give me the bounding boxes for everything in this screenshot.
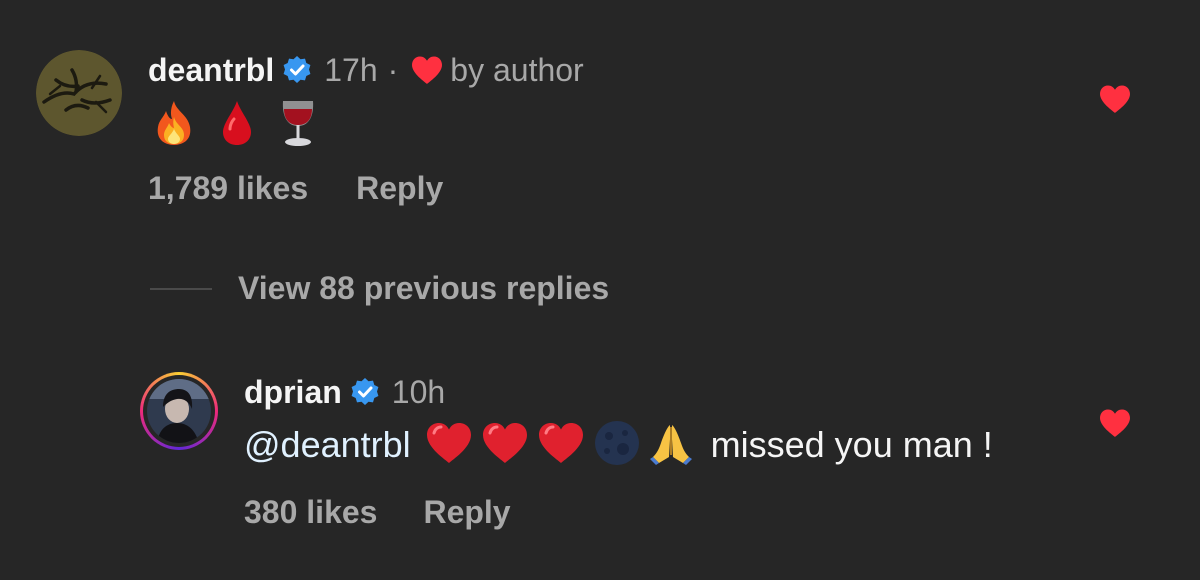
avatar-deantrbl[interactable]: [36, 50, 122, 136]
drop-of-blood-emoji: [220, 99, 254, 152]
fire-emoji: [152, 99, 196, 152]
replies-divider-line: [150, 288, 212, 290]
comment-time: 10h: [391, 373, 446, 410]
folded-hands-emoji: [647, 419, 695, 472]
comment-actions-dprian: 380 likes Reply: [244, 492, 511, 532]
username-dprian[interactable]: dprian: [244, 374, 342, 411]
likes-count[interactable]: 380 likes: [244, 494, 377, 531]
new-moon-emoji: [593, 419, 641, 472]
view-previous-replies-button[interactable]: View 88 previous replies: [238, 270, 609, 307]
comment-time: 17h: [324, 51, 378, 88]
comment-text: missed you man !: [710, 424, 993, 465]
comment-body-deantrbl: [152, 100, 318, 150]
verified-badge-icon: [350, 377, 380, 407]
comment-header-deantrbl: deantrbl 17h · by author: [148, 50, 584, 90]
comment-body-dprian: @deantrbl missed you man !: [244, 420, 993, 470]
reply-button[interactable]: Reply: [423, 494, 510, 531]
reply-button[interactable]: Reply: [356, 170, 443, 207]
wine-glass-emoji: [278, 98, 318, 153]
likes-count[interactable]: 1,789 likes: [148, 170, 308, 207]
comment-header-dprian: dprian 10h: [244, 372, 445, 412]
liked-by-author-label: by author: [450, 51, 584, 88]
red-heart-emoji: [425, 421, 473, 470]
separator-dot: ·: [387, 51, 399, 88]
verified-badge-icon: [282, 55, 312, 85]
like-button[interactable]: [1098, 408, 1132, 443]
red-heart-emoji: [481, 421, 529, 470]
author-liked-heart-icon: [410, 55, 444, 85]
username-deantrbl[interactable]: deantrbl: [148, 52, 274, 89]
red-heart-emoji: [537, 421, 585, 470]
like-button[interactable]: [1098, 84, 1132, 119]
comment-actions-deantrbl: 1,789 likes Reply: [148, 168, 443, 208]
mention-link[interactable]: @deantrbl: [244, 424, 411, 466]
avatar-dprian[interactable]: [140, 372, 218, 450]
